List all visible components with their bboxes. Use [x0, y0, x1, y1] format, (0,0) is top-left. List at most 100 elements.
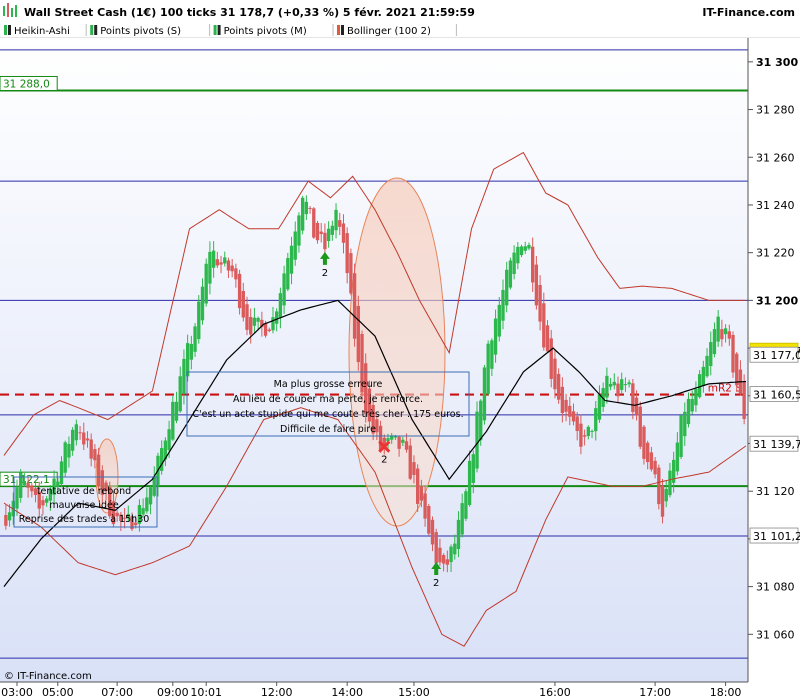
- candle-body: [501, 289, 505, 321]
- candle-body: [612, 381, 616, 386]
- candle-body: [531, 246, 535, 283]
- candle-body: [323, 232, 327, 250]
- candle-body: [82, 432, 86, 445]
- candle-body: [608, 383, 613, 387]
- y-tick-label: 31 260: [756, 151, 795, 164]
- candle-body: [642, 426, 646, 459]
- candle: [464, 488, 468, 522]
- indicator-swatch: [8, 25, 11, 35]
- candle-body: [74, 424, 79, 441]
- candle-body: [683, 411, 687, 437]
- candle-body: [182, 358, 186, 394]
- candle-body: [616, 383, 620, 397]
- candle-body: [70, 429, 75, 451]
- candle-body: [404, 441, 409, 450]
- candle-body: [263, 323, 268, 336]
- candle-body: [415, 468, 420, 504]
- indicator-swatch: [217, 25, 221, 35]
- y-tick-label: 31 280: [756, 104, 795, 117]
- annotation-error-line-3: C'est un acte stupide qui me coute très …: [192, 409, 463, 420]
- candle-body: [690, 399, 694, 412]
- y-tick-label: 31 060: [756, 628, 795, 641]
- candle-body: [575, 416, 579, 431]
- candle: [312, 207, 316, 239]
- x-tick-label: 17:00: [639, 686, 671, 699]
- candle-body: [479, 400, 483, 441]
- candle-body: [471, 454, 475, 483]
- price-tag: 31 101,2: [749, 527, 800, 544]
- candle-body: [315, 222, 320, 241]
- candle-body: [356, 305, 360, 363]
- candle: [356, 295, 360, 371]
- candle-body: [482, 367, 487, 421]
- y-tick-label: 31 240: [756, 199, 795, 212]
- candle-body: [401, 439, 405, 443]
- x-tick-label: 16:00: [539, 686, 571, 699]
- candle-body: [438, 547, 442, 563]
- candle-body: [620, 379, 624, 390]
- candle-body: [542, 303, 546, 348]
- candle-body: [338, 220, 342, 227]
- candle-body: [256, 317, 260, 322]
- candle-body: [727, 331, 731, 339]
- candle-body: [93, 449, 97, 461]
- price-tag: 31 177,0: [749, 346, 800, 363]
- candle-body: [22, 480, 27, 486]
- candle: [300, 195, 305, 235]
- candle-body: [497, 304, 501, 337]
- candle-body: [423, 493, 427, 519]
- candle-body: [7, 512, 12, 521]
- candle-body: [308, 207, 312, 209]
- candle-body: [4, 515, 8, 526]
- indicator-label: Points pivots (S): [100, 26, 181, 37]
- price-tag-label: 31 139,7: [753, 438, 800, 451]
- candle-body: [41, 500, 45, 506]
- candle-body: [85, 438, 90, 441]
- candle-body: [44, 498, 49, 503]
- candle-body: [412, 462, 416, 475]
- x-tick-label: 03:00: [1, 686, 33, 699]
- candle-body: [464, 491, 468, 519]
- candle-body: [234, 268, 238, 280]
- candle-body: [705, 355, 709, 377]
- candle: [679, 413, 683, 460]
- candle-body: [449, 546, 453, 563]
- candle: [697, 370, 702, 399]
- candle-body: [712, 329, 717, 355]
- candle: [237, 269, 242, 315]
- candle: [475, 401, 479, 473]
- candle-body: [538, 284, 542, 322]
- candle-body: [178, 376, 182, 412]
- candle: [508, 257, 513, 290]
- annotation-error-line-1: Ma plus grosse erreure: [274, 379, 383, 390]
- candle-body: [230, 265, 234, 272]
- annotation-rebound-line-2: mauvaise idée: [49, 500, 119, 511]
- candle-body: [723, 328, 728, 335]
- candle-body: [278, 293, 283, 318]
- candle-body: [631, 383, 635, 412]
- candle-body: [304, 201, 309, 215]
- y-tick-label: 31 080: [756, 581, 795, 594]
- candle-body: [590, 430, 594, 432]
- indicator-swatch: [90, 25, 94, 35]
- candle-body: [185, 343, 190, 377]
- x-tick-label: 18:00: [710, 686, 742, 699]
- candle: [286, 252, 290, 292]
- annotation-error-line-2: Au lieu de couper ma perte, je renforce.: [233, 394, 423, 405]
- pivot-level-label: 31 288,0: [3, 78, 50, 90]
- candle-body: [686, 398, 691, 424]
- candle-body: [660, 485, 665, 517]
- y-tick-label: 31 120: [756, 485, 795, 498]
- marker-label: 2: [433, 578, 439, 589]
- candle-body: [582, 435, 587, 437]
- indicator-swatch: [213, 25, 217, 35]
- candle-body: [300, 197, 305, 231]
- candle-body: [215, 259, 219, 266]
- candle-body: [664, 488, 668, 502]
- candle-body: [160, 448, 164, 471]
- candle: [193, 322, 197, 357]
- candle-body: [430, 519, 435, 545]
- candle-body: [657, 467, 661, 505]
- candle-body: [560, 386, 565, 413]
- candle-body: [716, 316, 720, 342]
